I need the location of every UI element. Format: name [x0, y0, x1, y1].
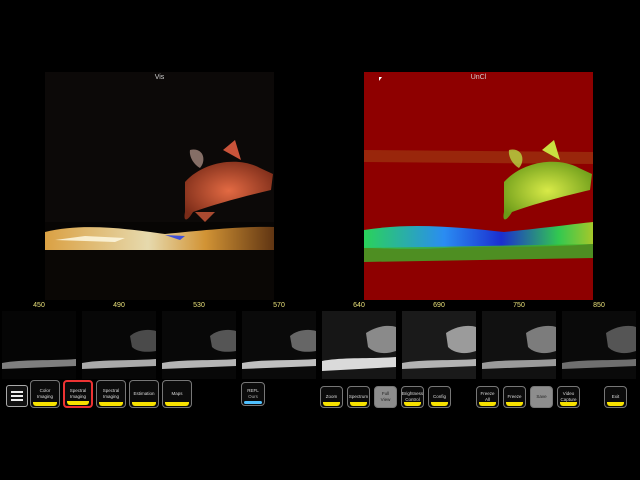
menu-icon-bar [11, 399, 23, 401]
freeze-all-button[interactable]: Freeze All [476, 386, 499, 408]
band-image [562, 311, 636, 379]
band-image [482, 311, 556, 379]
maps-button[interactable]: Maps [162, 380, 192, 408]
band-thumb[interactable]: 690 [400, 302, 478, 379]
band-image [322, 311, 396, 379]
spectral-imaging-button-active[interactable]: Spectral Imaging [63, 380, 93, 408]
menu-icon-bar [11, 395, 23, 397]
unclassified-image-panel: UnCl [364, 72, 593, 300]
brightness-control-button[interactable]: Brightness Control [401, 386, 424, 408]
band-label: 640 [353, 302, 365, 309]
freeze-button[interactable]: Freeze [503, 386, 526, 408]
band-image [82, 311, 156, 379]
spectral-imaging-button[interactable]: Spectral Imaging [96, 380, 126, 408]
band-thumb[interactable]: 570 [240, 302, 318, 379]
unclassified-image [364, 72, 593, 300]
visible-image [45, 72, 274, 300]
save-button[interactable]: Save [530, 386, 553, 408]
band-image [2, 311, 76, 379]
spectral-band-strip: 450 490 530 570 640 690 750 850 [0, 302, 640, 379]
refl-button[interactable]: REFL Ours [241, 382, 265, 406]
config-button[interactable]: Config [428, 386, 451, 408]
band-thumb[interactable]: 490 [80, 302, 158, 379]
band-thumb[interactable]: 750 [480, 302, 558, 379]
band-label: 490 [113, 302, 125, 309]
video-capture-button[interactable]: Video Capture [557, 386, 580, 408]
full-view-button[interactable]: Full View [374, 386, 397, 408]
band-thumb[interactable]: 530 [160, 302, 238, 379]
band-image [242, 311, 316, 379]
band-label: 570 [273, 302, 285, 309]
band-label: 690 [433, 302, 445, 309]
menu-button[interactable] [6, 385, 28, 407]
exit-button[interactable]: Exit [604, 386, 627, 408]
panel-title: UnCl [470, 74, 487, 81]
panel-title: Vis [154, 74, 165, 81]
band-label: 850 [593, 302, 605, 309]
color-imaging-button[interactable]: Color Imaging [30, 380, 60, 408]
band-label: 750 [513, 302, 525, 309]
visible-image-panel: Vis [45, 72, 274, 300]
spectrum-button[interactable]: Spectrum [347, 386, 370, 408]
band-label: 530 [193, 302, 205, 309]
band-thumb[interactable]: 640 [320, 302, 398, 379]
zoom-button[interactable]: Zoom [320, 386, 343, 408]
band-label: 450 [33, 302, 45, 309]
estimation-button[interactable]: Estimation [129, 380, 159, 408]
mouse-cursor [379, 77, 382, 81]
menu-icon [11, 391, 23, 393]
refl-indicator [244, 401, 262, 404]
band-image [402, 311, 476, 379]
refl-sublabel: Ours [248, 394, 258, 399]
band-thumb[interactable]: 850 [560, 302, 638, 379]
band-thumb[interactable]: 450 [0, 302, 78, 379]
band-image [162, 311, 236, 379]
